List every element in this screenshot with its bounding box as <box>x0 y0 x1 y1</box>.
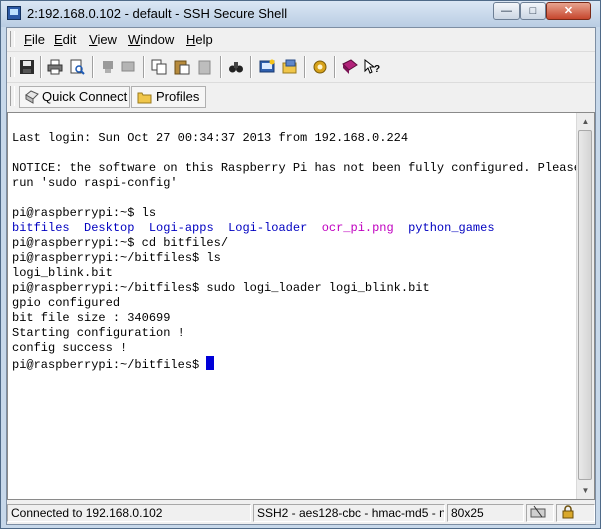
toolbar: ? <box>7 51 595 82</box>
disconnect-button[interactable] <box>98 57 118 77</box>
ls-entry: bitfiles <box>12 221 70 235</box>
profiles-book-icon <box>342 59 358 74</box>
ssh-window: 2:192.168.0.102 - default - SSH Secure S… <box>0 0 601 529</box>
help-button[interactable]: ? <box>362 57 382 77</box>
toolbar-separator <box>92 56 94 78</box>
ls-entry: Logi-loader <box>228 221 308 235</box>
ls-entry: Logi-apps <box>148 221 214 235</box>
quick-connect-bar: Quick Connect Profiles <box>7 82 595 111</box>
status-icon-panel-2 <box>556 504 595 522</box>
toolbar-separator <box>143 56 145 78</box>
quick-connect-button[interactable]: Quick Connect <box>19 86 130 108</box>
terminal-line: Last login: Sun Oct 27 00:34:37 2013 fro… <box>12 131 409 145</box>
copy-button[interactable] <box>149 57 169 77</box>
toolbar-separator <box>304 56 306 78</box>
paste-icon <box>174 60 190 75</box>
terminal-line: pi@raspberrypi:~/bitfiles$ <box>12 356 576 372</box>
terminal-panel: Last login: Sun Oct 27 00:34:37 2013 fro… <box>7 112 595 500</box>
terminal-size-status: 80x25 <box>447 504 524 522</box>
maximize-button[interactable]: □ <box>520 2 546 20</box>
scroll-up-icon[interactable]: ▲ <box>577 113 594 130</box>
quickbar-grip[interactable] <box>10 86 15 106</box>
save-button[interactable] <box>17 57 37 77</box>
disconnect-icon <box>103 61 113 73</box>
vertical-scrollbar[interactable]: ▲ ▼ <box>576 113 594 499</box>
terminal-line: Starting configuration ! <box>12 326 185 340</box>
title-bar[interactable]: 2:192.168.0.102 - default - SSH Secure S… <box>1 1 600 27</box>
terminal-line: pi@raspberrypi:~/bitfiles$ sudo logi_loa… <box>12 281 430 295</box>
quick-connect-label: Quick Connect <box>42 89 128 104</box>
keyboard-icon <box>530 505 546 518</box>
terminal-line: NOTICE: the software on this Raspberry P… <box>12 161 576 175</box>
terminal-output[interactable]: Last login: Sun Oct 27 00:34:37 2013 fro… <box>12 113 576 499</box>
scroll-down-icon[interactable]: ▼ <box>577 482 594 499</box>
copy-icon <box>151 59 167 75</box>
terminal-line: bit file size : 340699 <box>12 311 171 325</box>
terminal-line: pi@raspberrypi:~/bitfiles$ ls <box>12 251 221 265</box>
print-button[interactable] <box>45 57 65 77</box>
ls-entry: python_games <box>408 221 495 235</box>
menu-grip[interactable] <box>10 31 15 47</box>
print-preview-icon <box>70 59 85 75</box>
settings-button[interactable] <box>310 57 330 77</box>
ls-entry: Desktop <box>84 221 135 235</box>
window-title: 2:192.168.0.102 - default - SSH Secure S… <box>27 6 288 21</box>
print-icon <box>47 59 63 75</box>
terminal-line: config success ! <box>12 341 128 355</box>
profiles-book-button[interactable] <box>340 57 360 77</box>
ls-entry: ocr_pi.png <box>321 221 394 235</box>
terminal-prompt: pi@raspberrypi:~/bitfiles$ <box>12 358 207 372</box>
menu-bar: File Edit View Window Help <box>7 28 595 50</box>
toolbar-separator <box>334 56 336 78</box>
profiles-label: Profiles <box>156 89 200 104</box>
client-area: File Edit View Window Help ? Quick Conne… <box>6 27 596 525</box>
new-terminal-button[interactable] <box>257 57 277 77</box>
toolbar-separator <box>40 56 42 78</box>
paste-button[interactable] <box>172 57 192 77</box>
quick-connect-icon <box>25 90 39 104</box>
reconnect-button[interactable] <box>118 57 138 77</box>
svg-text:?: ? <box>374 64 380 75</box>
status-bar: Connected to 192.168.0.102 SSH2 - aes128… <box>7 502 595 524</box>
new-terminal-icon <box>259 59 275 73</box>
close-button[interactable]: ✕ <box>546 2 591 20</box>
ssh-app-icon[interactable] <box>7 6 21 20</box>
profiles-button[interactable]: Profiles <box>131 86 206 108</box>
terminal-line: run 'sudo raspi-config' <box>12 176 178 190</box>
terminal-line: logi_blink.bit <box>12 266 113 280</box>
connection-status: Connected to 192.168.0.102 <box>7 504 251 522</box>
scroll-thumb[interactable] <box>578 130 592 480</box>
profiles-folder-icon <box>137 92 152 104</box>
minimize-button[interactable]: — <box>493 2 520 20</box>
terminal-line: pi@raspberrypi:~$ cd bitfiles/ <box>12 236 229 250</box>
terminal-line: bitfiles Desktop Logi-apps Logi-loader o… <box>12 221 576 236</box>
menu-help[interactable]: Help <box>186 32 213 47</box>
terminal-cursor <box>206 356 215 370</box>
terminal-line: pi@raspberrypi:~$ ls <box>12 206 157 220</box>
menu-window[interactable]: Window <box>128 32 174 47</box>
new-file-transfer-icon <box>282 59 297 74</box>
settings-icon <box>313 60 327 74</box>
new-file-transfer-button[interactable] <box>280 57 300 77</box>
find-button[interactable] <box>226 57 246 77</box>
status-icon-panel <box>526 504 554 522</box>
find-icon <box>229 62 243 73</box>
save-icon <box>20 60 34 74</box>
help-icon: ? <box>364 59 380 75</box>
toolbar-grip[interactable] <box>10 57 15 77</box>
menu-file[interactable]: File <box>24 32 45 47</box>
cipher-status: SSH2 - aes128-cbc - hmac-md5 - none <box>253 504 445 522</box>
menu-view[interactable]: View <box>89 32 117 47</box>
reconnect-icon <box>121 61 135 72</box>
menu-edit[interactable]: Edit <box>54 32 76 47</box>
toolbar-separator <box>220 56 222 78</box>
paste-alt-icon <box>198 60 211 75</box>
print-preview-button[interactable] <box>67 57 87 77</box>
terminal-line: gpio configured <box>12 296 121 310</box>
toolbar-separator <box>250 56 252 78</box>
lock-icon <box>562 505 574 519</box>
paste-alt-button[interactable] <box>195 57 215 77</box>
